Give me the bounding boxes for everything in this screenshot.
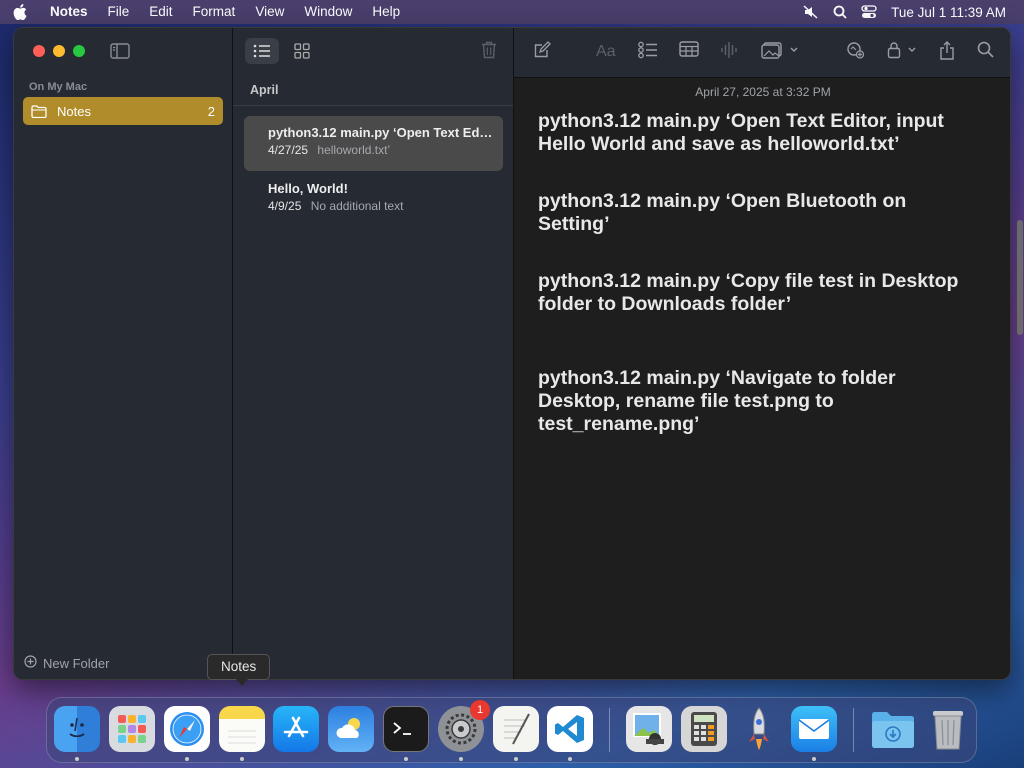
note-editor[interactable]: Aa April 27, 2025 at 3:32 PM python3.12 … — [514, 28, 1010, 679]
new-folder-button[interactable]: New Folder — [24, 655, 109, 671]
running-indicator — [75, 757, 79, 761]
note-title: python3.12 main.py ‘Open Text Editor, in… — [268, 125, 493, 140]
menu-help[interactable]: Help — [362, 0, 410, 24]
note-paragraph[interactable]: python3.12 main.py ‘Open Bluetooth on Se… — [538, 190, 978, 236]
folder-icon — [31, 104, 47, 118]
menu-view[interactable]: View — [245, 0, 294, 24]
running-indicator — [812, 757, 816, 761]
zoom-button[interactable] — [73, 45, 85, 57]
window-controls — [33, 45, 85, 57]
running-indicator — [240, 757, 244, 761]
note-list-pane: April python3.12 main.py ‘Open Text Edit… — [233, 28, 514, 679]
note-paragraph[interactable]: python3.12 main.py ‘Copy file test in De… — [538, 270, 978, 316]
menu-window[interactable]: Window — [294, 0, 362, 24]
textedit-icon[interactable] — [493, 706, 539, 752]
month-section-header: April — [233, 83, 513, 106]
notes-window: On My Mac Notes 2 New Folder April pytho… — [13, 27, 1011, 680]
note-created-date: April 27, 2025 at 3:32 PM — [695, 85, 831, 99]
note-list-item[interactable]: python3.12 main.py ‘Open Text Editor, in… — [244, 116, 503, 171]
system-settings-icon[interactable]: 1 — [438, 700, 490, 752]
dock-separator — [853, 708, 854, 752]
close-button[interactable] — [33, 45, 45, 57]
sidebar-toggle-icon[interactable] — [110, 43, 130, 64]
running-indicator — [404, 757, 408, 761]
note-date: 4/27/25 — [268, 143, 309, 157]
note-list-item[interactable]: Hello, World! 4/9/25 No additional text — [244, 172, 503, 227]
text-format-icon[interactable]: Aa — [596, 43, 616, 61]
list-view-button[interactable] — [245, 38, 279, 64]
mute-icon[interactable] — [803, 5, 819, 19]
sidebar-item-label: Notes — [57, 103, 91, 119]
menu-edit[interactable]: Edit — [139, 0, 182, 24]
note-paragraph[interactable]: python3.12 main.py ‘Navigate to folder D… — [538, 367, 978, 436]
dock: 1 — [46, 697, 977, 763]
audio-waveform-icon[interactable] — [721, 41, 737, 64]
trash-icon[interactable] — [481, 41, 497, 64]
note-date: 4/9/25 — [268, 199, 302, 213]
plus-circle-icon — [24, 655, 37, 671]
menu-clock[interactable]: Tue Jul 1 11:39 AM — [891, 5, 1006, 20]
search-icon[interactable] — [833, 5, 847, 19]
media-icon[interactable] — [761, 41, 801, 64]
note-preview: No additional text — [310, 199, 404, 213]
sidebar: On My Mac Notes 2 New Folder — [14, 28, 233, 679]
share-icon[interactable] — [939, 41, 955, 65]
preview-icon[interactable] — [626, 706, 672, 752]
collaborate-icon[interactable] — [845, 41, 865, 64]
minimize-button[interactable] — [53, 45, 65, 57]
running-indicator — [568, 757, 572, 761]
dock-tooltip-arrow — [236, 679, 248, 686]
control-center-icon[interactable] — [861, 5, 877, 19]
gallery-view-button[interactable] — [285, 38, 319, 64]
menu-file[interactable]: File — [98, 0, 140, 24]
folder-note-count: 2 — [207, 103, 215, 119]
note-meta: 4/27/25 helloworld.txt’ — [268, 143, 503, 157]
note-body[interactable]: python3.12 main.py ‘Open Text Editor, in… — [538, 110, 978, 436]
menu-format[interactable]: Format — [183, 0, 246, 24]
search-icon[interactable] — [977, 41, 994, 63]
running-indicator — [514, 757, 518, 761]
launchpad-icon[interactable] — [109, 706, 155, 752]
downloads-folder-icon[interactable] — [870, 706, 916, 752]
note-paragraph[interactable]: python3.12 main.py ‘Open Text Editor, in… — [538, 110, 978, 156]
apple-menu-icon[interactable] — [0, 4, 40, 20]
note-preview: helloworld.txt’ — [317, 143, 391, 157]
notification-badge: 1 — [470, 700, 490, 720]
dock-tooltip: Notes — [207, 654, 271, 680]
trash-can-icon[interactable] — [925, 706, 971, 752]
section-label-on-my-mac: On My Mac — [29, 81, 88, 93]
running-indicator — [459, 757, 463, 761]
note-meta: 4/9/25 No additional text — [268, 199, 503, 213]
notes-app-icon[interactable] — [219, 706, 265, 752]
dock-separator — [609, 708, 610, 752]
menu-app-name[interactable]: Notes — [40, 0, 98, 24]
note-title: Hello, World! — [268, 181, 348, 196]
lock-icon[interactable] — [887, 41, 921, 64]
vscode-icon[interactable] — [547, 706, 593, 752]
running-indicator — [185, 757, 189, 761]
mail-icon[interactable] — [791, 706, 837, 752]
compose-icon[interactable] — [533, 41, 551, 64]
menu-bar: Notes File Edit Format View Window Help … — [0, 0, 1024, 24]
table-icon[interactable] — [679, 41, 699, 62]
checklist-icon[interactable] — [638, 41, 658, 64]
rocket-app-icon[interactable] — [736, 706, 782, 752]
weather-icon[interactable] — [328, 706, 374, 752]
app-store-icon[interactable] — [273, 706, 319, 752]
new-folder-label: New Folder — [43, 655, 110, 671]
view-switcher — [245, 38, 319, 64]
terminal-icon[interactable] — [383, 706, 429, 752]
finder-icon[interactable] — [54, 706, 100, 752]
sidebar-item-notes[interactable]: Notes 2 — [23, 97, 223, 125]
background-scrollbar[interactable] — [1017, 220, 1023, 335]
calculator-icon[interactable] — [681, 706, 727, 752]
editor-toolbar: Aa — [514, 28, 1010, 78]
safari-icon[interactable] — [164, 706, 210, 752]
